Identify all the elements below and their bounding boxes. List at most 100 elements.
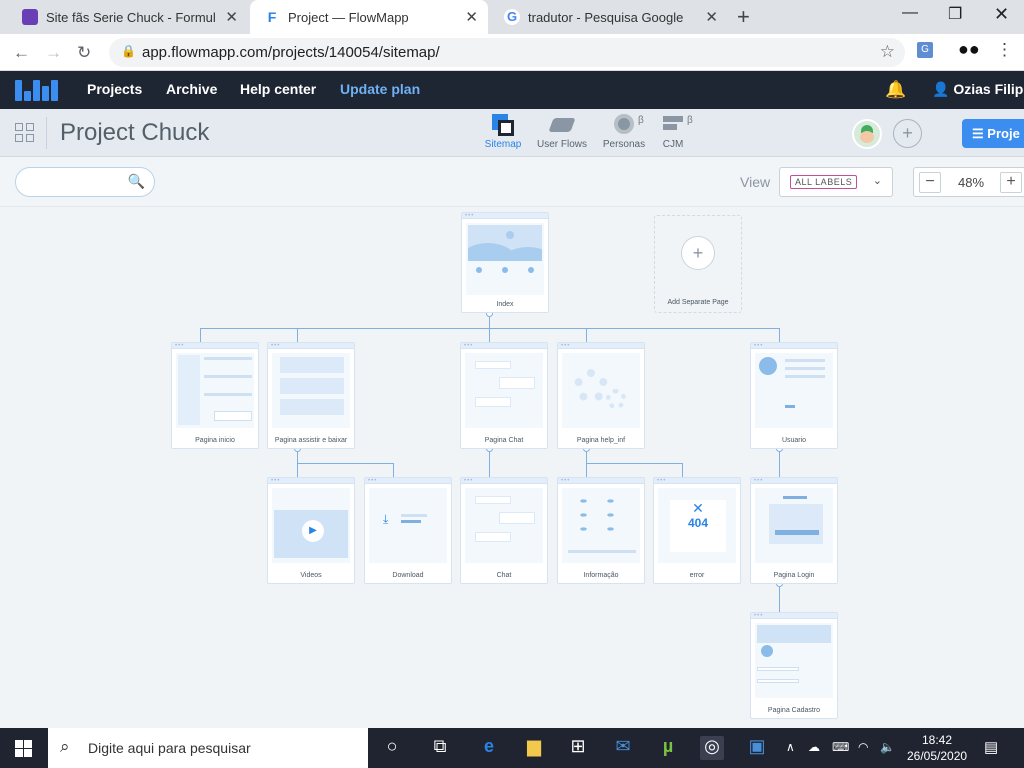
page-card-chat-page[interactable]: ••• Pagina Chat <box>460 342 548 449</box>
tab-title: Project — FlowMapp <box>288 9 409 25</box>
grid-icon[interactable] <box>15 123 35 143</box>
back-icon[interactable]: ← <box>13 43 30 63</box>
store-icon[interactable]: ⊞ <box>566 736 590 760</box>
page-card-chat[interactable]: ••• Chat <box>460 477 548 584</box>
connector-node[interactable] <box>776 445 783 452</box>
user-flows-icon <box>548 114 576 136</box>
browser-tab-forms[interactable]: Site fãs Serie Chuck - Formulário ✕ <box>8 0 248 34</box>
page-card-help[interactable]: ••• Pagina help_inf <box>557 342 645 449</box>
connector <box>779 449 780 477</box>
connector-node[interactable] <box>776 580 783 587</box>
file-explorer-icon[interactable]: ▆ <box>522 736 546 760</box>
gear-icon <box>574 369 608 403</box>
page-label: Informação <box>583 572 619 579</box>
tab-label: Personas <box>602 139 646 150</box>
close-window-icon[interactable]: ✕ <box>994 4 1009 25</box>
chevron-up-icon[interactable]: ∧ <box>786 740 795 754</box>
connector-node[interactable] <box>294 445 301 452</box>
bell-icon[interactable]: 🔔 <box>885 80 906 100</box>
page-card-index[interactable]: ••• Index <box>461 212 549 313</box>
task-view-icon[interactable]: ⧉ <box>428 736 452 760</box>
utorrent-icon[interactable]: µ <box>656 736 680 760</box>
connector-node[interactable] <box>486 310 493 317</box>
gamepad-extension-icon[interactable]: ●● <box>958 39 980 60</box>
project-button-label: Proje <box>987 126 1020 141</box>
connector <box>297 328 298 342</box>
url-text: app.flowmapp.com/projects/140054/sitemap… <box>142 44 440 61</box>
menu-update-plan[interactable]: Update plan <box>340 81 420 97</box>
url-field[interactable]: 🔒 app.flowmapp.com/projects/140054/sitem… <box>109 38 905 67</box>
wifi-icon[interactable]: ◠ <box>858 740 868 754</box>
add-separate-page-button[interactable]: + Add Separate Page <box>654 215 742 313</box>
user-menu[interactable]: 👤 Ozias Filipe <box>932 81 1024 98</box>
canvas-background <box>0 207 1024 728</box>
lock-icon: 🔒 <box>121 44 136 58</box>
labels-dropdown[interactable]: ALL LABELS ⌄ <box>779 167 893 197</box>
notifications-icon[interactable]: ▤ <box>984 738 998 756</box>
new-tab-icon[interactable]: + <box>737 4 750 30</box>
close-icon[interactable]: ✕ <box>705 8 718 26</box>
page-card-informacao[interactable]: ••• Informação <box>557 477 645 584</box>
page-card-download[interactable]: ••• ⤓ Download <box>364 477 452 584</box>
error-code: 404 <box>687 516 709 530</box>
cortana-icon[interactable]: ○ <box>380 736 404 760</box>
clock[interactable]: 18:42 26/05/2020 <box>907 732 967 764</box>
page-label: Pagina help_inf <box>576 437 626 444</box>
tab-label: CJM <box>662 139 684 150</box>
flowmapp-icon: F <box>264 9 280 25</box>
avatar[interactable] <box>852 119 882 149</box>
flowmapp-logo[interactable] <box>15 80 58 101</box>
minimize-icon[interactable]: — <box>902 4 918 22</box>
page-card-assistir[interactable]: ••• Pagina assistir e baixar <box>267 342 355 449</box>
menu-help-center[interactable]: Help center <box>240 81 316 97</box>
onedrive-icon[interactable]: ☁ <box>808 740 820 754</box>
search-icon: ⌕ <box>60 737 70 756</box>
connector <box>297 463 393 464</box>
page-card-error[interactable]: ••• ✕ 404 error <box>653 477 741 584</box>
bookmark-star-icon[interactable]: ☆ <box>880 42 895 62</box>
time: 18:42 <box>921 733 953 747</box>
close-icon[interactable]: ✕ <box>465 8 478 26</box>
windows-start-icon[interactable] <box>15 740 32 757</box>
page-label: error <box>689 572 705 579</box>
chrome-icon[interactable]: ◎ <box>700 736 724 760</box>
zoom-out-button[interactable]: − <box>919 172 941 193</box>
tab-cjm[interactable]: CJM β <box>643 114 703 150</box>
page-card-videos[interactable]: ••• ▶ Videos <box>267 477 355 584</box>
page-card-inicio[interactable]: ••• Pagina inicio <box>171 342 259 449</box>
page-card-cadastro[interactable]: ••• Pagina Cadastro <box>750 612 838 719</box>
zoom-in-button[interactable]: + <box>1000 172 1022 193</box>
mail-icon[interactable]: ✉ <box>611 736 635 760</box>
page-card-login[interactable]: ••• Pagina Login <box>750 477 838 584</box>
connector <box>586 449 587 477</box>
photos-icon[interactable]: ▣ <box>745 736 769 760</box>
forward-icon[interactable]: → <box>45 43 62 63</box>
keyboard-icon[interactable]: ⌨ <box>832 740 849 754</box>
restore-icon[interactable]: ❐ <box>948 4 962 24</box>
page-label: Chat <box>496 572 512 579</box>
project-button[interactable]: ☰ Proje <box>962 119 1024 148</box>
menu-archive[interactable]: Archive <box>166 81 217 97</box>
taskbar-search-input[interactable]: ⌕ Digite aqui para pesquisar <box>48 728 368 768</box>
tab-sitemap[interactable]: Sitemap <box>473 114 533 150</box>
add-member-button[interactable]: + <box>893 119 922 148</box>
more-menu-icon[interactable]: ⋮ <box>996 40 1013 60</box>
tab-title: tradutor - Pesquisa Google <box>528 9 684 25</box>
reload-icon[interactable]: ↻ <box>77 43 91 63</box>
browser-tab-google[interactable]: G tradutor - Pesquisa Google ✕ <box>490 0 728 34</box>
browser-tab-flowmapp[interactable]: F Project — FlowMapp ✕ <box>250 0 488 34</box>
page-card-usuario[interactable]: ••• Usuario <box>750 342 838 449</box>
translate-extension-icon[interactable]: G <box>917 42 933 58</box>
view-label: View <box>740 174 771 190</box>
menu-projects[interactable]: Projects <box>87 81 142 97</box>
search-icon: 🔍 <box>127 173 145 189</box>
tab-user-flows[interactable]: User Flows <box>532 114 592 150</box>
connector-node[interactable] <box>583 445 590 452</box>
user-name: Ozias Filipe <box>953 81 1024 97</box>
close-icon[interactable]: ✕ <box>225 8 238 26</box>
search-input[interactable]: 🔍 <box>15 167 155 197</box>
connector-node[interactable] <box>486 445 493 452</box>
canvas-toolbar: 🔍 View ALL LABELS ⌄ − 48% + <box>0 157 1024 207</box>
edge-icon[interactable]: e <box>477 736 501 760</box>
volume-icon[interactable]: 🔈 <box>880 740 895 754</box>
